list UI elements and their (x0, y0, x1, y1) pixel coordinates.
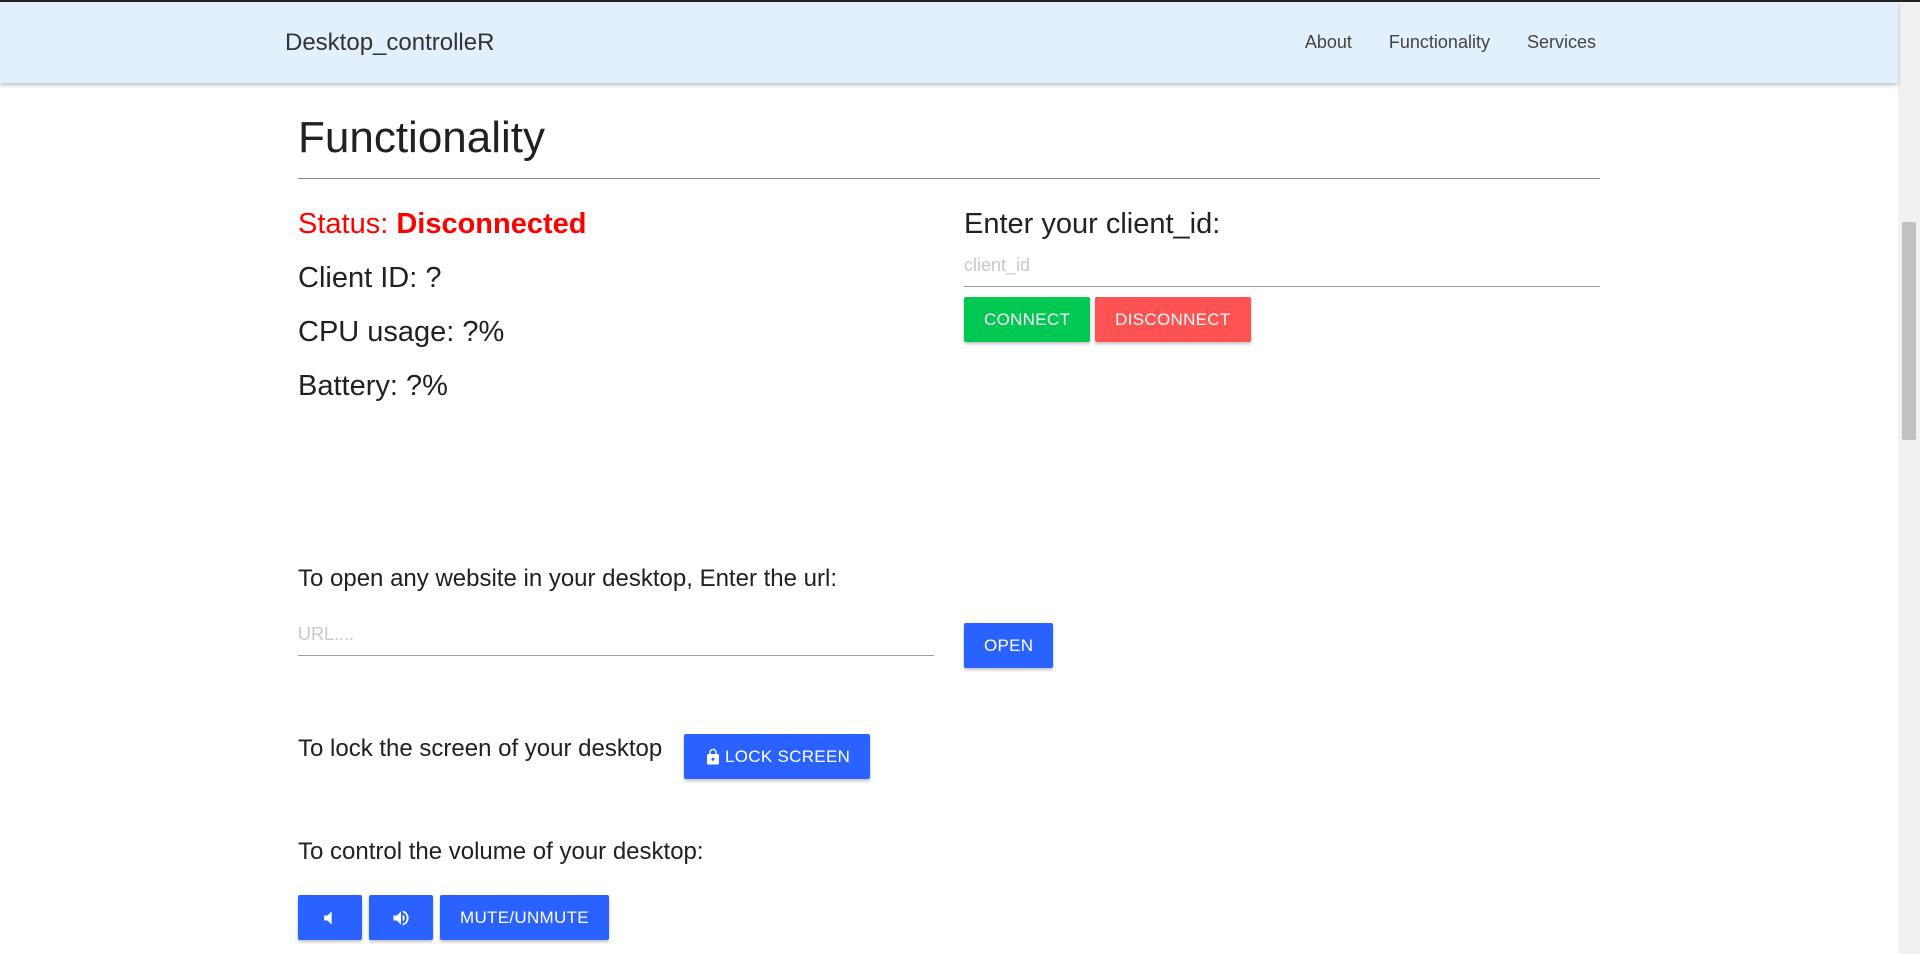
mute-unmute-button[interactable]: MUTE/UNMUTE (440, 895, 609, 940)
brand-logo[interactable]: Desktop_controlleR (285, 29, 494, 57)
volume-prompt: To control the volume of your desktop: (298, 838, 704, 865)
open-url-button[interactable]: OPEN (964, 623, 1054, 668)
nav-link-functionality[interactable]: Functionality (1389, 32, 1490, 53)
vertical-scrollbar[interactable] (1898, 2, 1920, 954)
volume-down-button[interactable] (298, 895, 362, 940)
status-line: Status: Disconnected (298, 208, 938, 262)
client-id-prompt: Enter your client_id: (964, 208, 1221, 240)
disconnect-button[interactable]: DISCONNECT (1095, 297, 1251, 342)
status-panel: Status: Disconnected Client ID: ? CPU us… (298, 208, 938, 424)
client-id-readout: Client ID: ? (298, 262, 442, 294)
lock-icon (707, 748, 719, 764)
volume-button-row: MUTE/UNMUTE (298, 895, 609, 940)
lock-screen-label: LOCK SCREEN (725, 746, 851, 766)
connect-button-row: CONNECT DISCONNECT (964, 297, 1600, 342)
volume-up-icon (393, 910, 409, 925)
status-value: Disconnected (396, 208, 587, 240)
connect-button[interactable]: CONNECT (964, 297, 1091, 342)
battery-readout: Battery: ?% (298, 370, 448, 402)
status-label: Status: (298, 208, 397, 240)
client-id-input[interactable] (964, 241, 1600, 287)
volume-down-icon (324, 910, 332, 925)
volume-up-button[interactable] (369, 895, 433, 940)
connect-panel: Enter your client_id: CONNECT DISCONNECT (964, 208, 1600, 342)
nav-link-about[interactable]: About (1305, 32, 1352, 53)
lock-screen-button[interactable]: LOCK SCREEN (684, 734, 871, 779)
lock-prompt: To lock the screen of your desktop (298, 735, 663, 762)
nav-links: About Functionality Services (1305, 32, 1596, 53)
url-input[interactable] (298, 610, 934, 656)
nav-link-services[interactable]: Services (1527, 32, 1596, 53)
scrollbar-thumb[interactable] (1902, 222, 1916, 440)
cpu-usage-readout: CPU usage: ?% (298, 316, 505, 348)
url-prompt: To open any website in your desktop, Ent… (298, 565, 837, 592)
section-divider (298, 178, 1600, 179)
navbar: Desktop_controlleR About Functionality S… (0, 2, 1898, 83)
section-title: Functionality (298, 113, 546, 162)
